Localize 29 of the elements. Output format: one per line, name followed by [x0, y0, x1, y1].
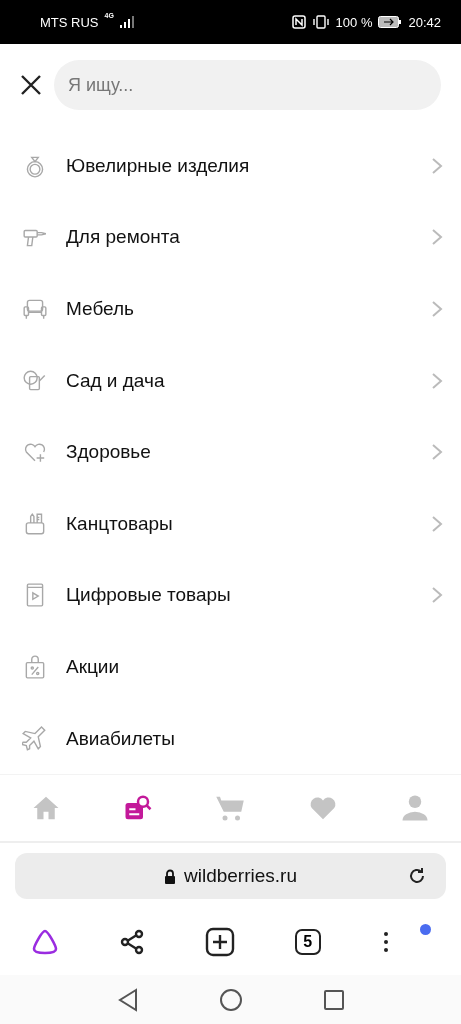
recents-icon[interactable]: [322, 988, 345, 1011]
vibrate-icon: [311, 15, 330, 29]
share-icon[interactable]: [119, 929, 146, 956]
battery-charging-icon: [378, 16, 403, 28]
battery-percent: 100 %: [335, 14, 373, 30]
home-circle-icon[interactable]: [218, 987, 243, 1012]
url-text: wildberries.ru: [184, 865, 297, 888]
category-item[interactable]: Мебель: [66, 298, 413, 320]
reload-icon[interactable]: [408, 867, 426, 886]
tab-count-button[interactable]: 5: [294, 929, 321, 956]
signal-icon: [119, 16, 134, 28]
nfc-icon: [291, 15, 306, 29]
category-item[interactable]: Цифровые товары: [66, 584, 413, 607]
category-item[interactable]: Здоровье: [66, 441, 413, 464]
back-icon[interactable]: [116, 987, 139, 1012]
new-tab-icon[interactable]: [205, 927, 236, 958]
address-bar[interactable]: wildberries.ru: [15, 853, 446, 900]
carrier-text: MTS RUS: [40, 14, 99, 30]
category-item[interactable]: Канцтовары: [66, 512, 413, 535]
lock-icon: [164, 868, 176, 884]
search-field[interactable]: Я ищу...: [54, 60, 441, 110]
category-item[interactable]: Авиабилеты: [66, 727, 443, 750]
plane-icon: [22, 725, 48, 752]
clock: 20:42: [408, 14, 441, 30]
category-item[interactable]: Для ремонта: [66, 226, 413, 249]
close-icon[interactable]: [20, 74, 42, 96]
category-item[interactable]: Сад и дача: [66, 369, 413, 392]
category-item[interactable]: Ювелирные изделия: [66, 154, 413, 177]
category-item[interactable]: Акции: [66, 655, 443, 678]
